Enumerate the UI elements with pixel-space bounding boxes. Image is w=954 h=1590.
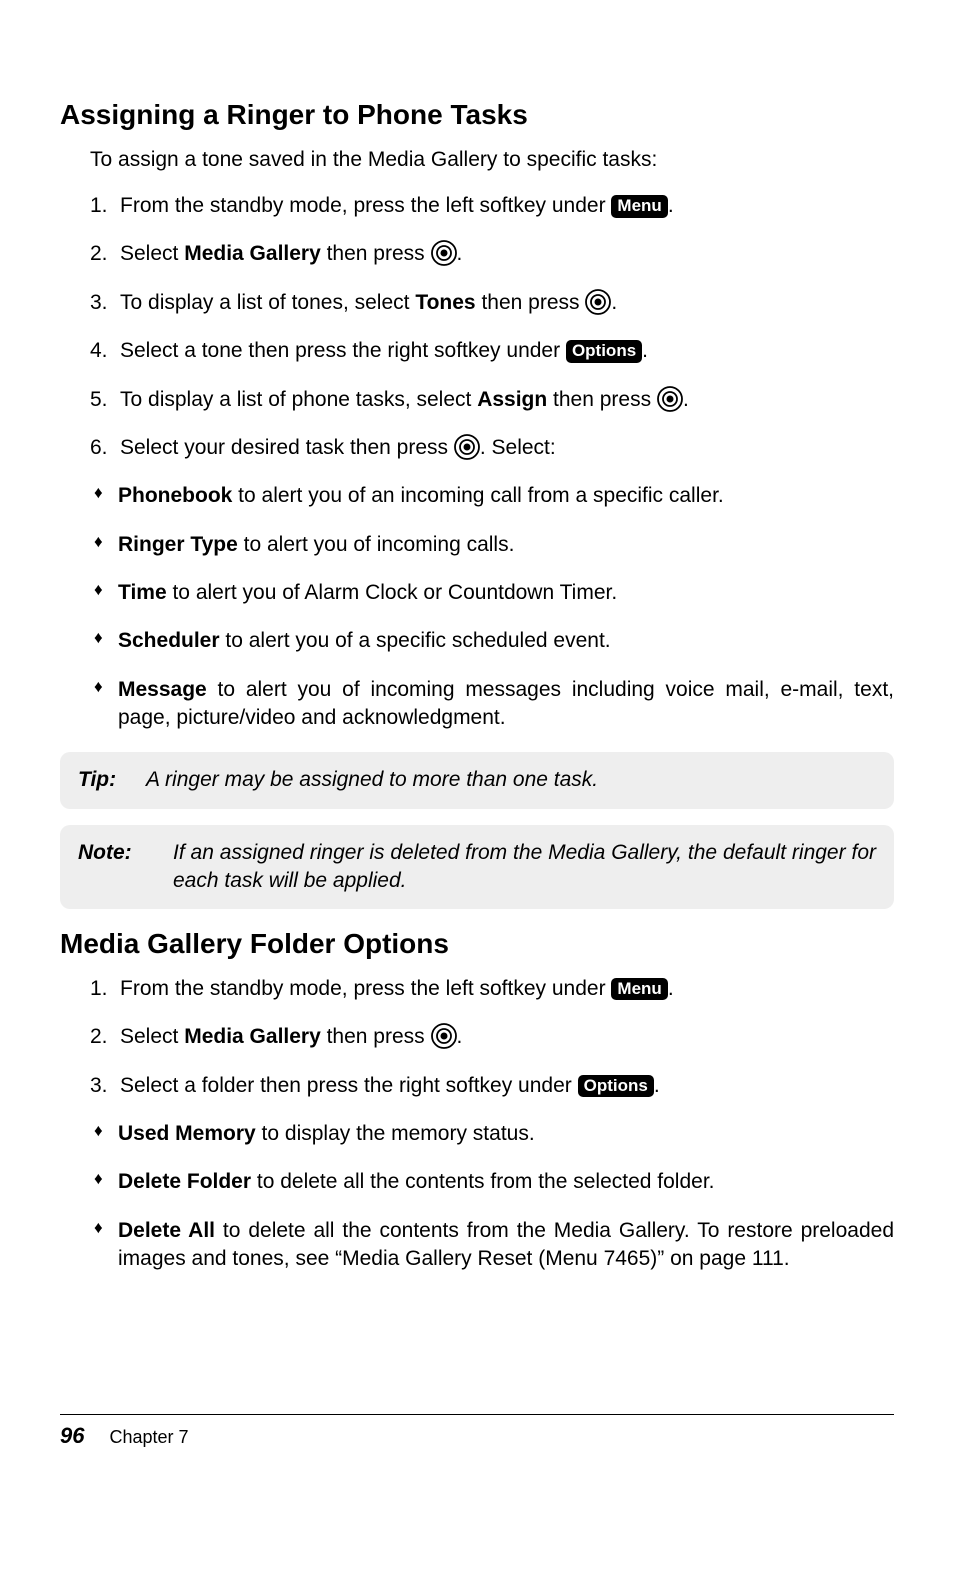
bullet-bold: Message xyxy=(118,678,207,701)
chapter-label: Chapter 7 xyxy=(110,1427,189,1447)
note-text: If an assigned ringer is deleted from th… xyxy=(173,839,876,896)
page-footer: 96 Chapter 7 xyxy=(60,1414,894,1451)
section-heading-assign-ringer: Assigning a Ringer to Phone Tasks xyxy=(60,96,894,134)
step-item: 3. Select a folder then press the right … xyxy=(90,1072,894,1100)
bullet-bold: Scheduler xyxy=(118,629,220,652)
bullet-bold: Used Memory xyxy=(118,1122,256,1145)
ok-button-icon xyxy=(431,240,457,266)
bullet-text: to alert you of incoming calls. xyxy=(238,533,515,556)
step-text: . xyxy=(683,388,689,411)
bullet-text: to alert you of a specific scheduled eve… xyxy=(220,629,611,652)
step-text: Select a tone then press the right softk… xyxy=(120,339,566,362)
step-item: 4. Select a tone then press the right so… xyxy=(90,337,894,365)
bullet-bold: Time xyxy=(118,581,167,604)
bullet-text: to display the memory status. xyxy=(256,1122,535,1145)
list-item: Used Memory to display the memory status… xyxy=(94,1120,894,1148)
bullet-text: to alert you of incoming messages includ… xyxy=(118,678,894,729)
step-text: To display a list of phone tasks, select xyxy=(120,388,477,411)
step-text: . xyxy=(611,291,617,314)
step-text: Select your desired task then press xyxy=(120,436,454,459)
list-item: Phonebook to alert you of an incoming ca… xyxy=(94,482,894,510)
step-item: 1. From the standby mode, press the left… xyxy=(90,975,894,1003)
step-item: 1. From the standby mode, press the left… xyxy=(90,192,894,220)
step-text: From the standby mode, press the left so… xyxy=(120,194,611,217)
step-bold: Media Gallery xyxy=(184,1025,321,1048)
ok-button-icon xyxy=(431,1023,457,1049)
page-number: 96 xyxy=(60,1423,84,1448)
list-item: Delete Folder to delete all the contents… xyxy=(94,1168,894,1196)
step-text: then press xyxy=(321,1025,431,1048)
options-key-icon: Options xyxy=(566,340,642,362)
options-key-icon: Options xyxy=(578,1075,654,1097)
step-number: 3. xyxy=(90,289,108,317)
bullet-bold: Delete Folder xyxy=(118,1170,251,1193)
steps-list-assign-ringer: 1. From the standby mode, press the left… xyxy=(90,192,894,462)
ok-button-icon xyxy=(657,386,683,412)
section-intro: To assign a tone saved in the Media Gall… xyxy=(90,146,894,174)
bullet-text: to delete all the contents from the Medi… xyxy=(118,1219,894,1270)
ok-button-icon xyxy=(585,289,611,315)
step-text: To display a list of tones, select xyxy=(120,291,415,314)
steps-list-folder-options: 1. From the standby mode, press the left… xyxy=(90,975,894,1100)
note-label: Note: xyxy=(78,839,153,896)
list-item: Delete All to delete all the contents fr… xyxy=(94,1217,894,1274)
ok-button-icon xyxy=(454,434,480,460)
bullet-bold: Ringer Type xyxy=(118,533,238,556)
bullet-text: to alert you of an incoming call from a … xyxy=(232,484,723,507)
step-text: . xyxy=(457,1025,463,1048)
step-item: 3. To display a list of tones, select To… xyxy=(90,289,894,317)
step-item: 6. Select your desired task then press .… xyxy=(90,434,894,462)
menu-key-icon: Menu xyxy=(611,978,667,1000)
tip-text: A ringer may be assigned to more than on… xyxy=(146,766,876,794)
list-item: Message to alert you of incoming message… xyxy=(94,676,894,733)
step-bold: Media Gallery xyxy=(184,242,321,265)
bullets-list-folder-options: Used Memory to display the memory status… xyxy=(94,1120,894,1273)
section-heading-folder-options: Media Gallery Folder Options xyxy=(60,925,894,963)
step-text: Select xyxy=(120,1025,184,1048)
step-item: 5. To display a list of phone tasks, sel… xyxy=(90,386,894,414)
bullet-text: to alert you of Alarm Clock or Countdown… xyxy=(167,581,618,604)
step-number: 2. xyxy=(90,240,108,268)
step-bold: Tones xyxy=(415,291,475,314)
bullet-bold: Delete All xyxy=(118,1219,215,1242)
bullet-text: to delete all the contents from the sele… xyxy=(251,1170,714,1193)
step-text: . Select: xyxy=(480,436,556,459)
note-callout: Note: If an assigned ringer is deleted f… xyxy=(60,825,894,910)
step-number: 6. xyxy=(90,434,108,462)
step-text: then press xyxy=(547,388,657,411)
step-number: 4. xyxy=(90,337,108,365)
step-text: . xyxy=(642,339,648,362)
step-text: From the standby mode, press the left so… xyxy=(120,977,611,1000)
step-number: 1. xyxy=(90,975,108,1003)
step-number: 5. xyxy=(90,386,108,414)
step-bold: Assign xyxy=(477,388,547,411)
step-number: 2. xyxy=(90,1023,108,1051)
step-item: 2. Select Media Gallery then press . xyxy=(90,1023,894,1051)
list-item: Scheduler to alert you of a specific sch… xyxy=(94,627,894,655)
tip-callout: Tip: A ringer may be assigned to more th… xyxy=(60,752,894,808)
step-item: 2. Select Media Gallery then press . xyxy=(90,240,894,268)
step-text: . xyxy=(457,242,463,265)
step-text: . xyxy=(668,194,674,217)
menu-key-icon: Menu xyxy=(611,195,667,217)
step-number: 1. xyxy=(90,192,108,220)
bullet-bold: Phonebook xyxy=(118,484,232,507)
step-text: then press xyxy=(476,291,586,314)
list-item: Ringer Type to alert you of incoming cal… xyxy=(94,531,894,559)
bullets-list-assign-ringer: Phonebook to alert you of an incoming ca… xyxy=(94,482,894,732)
step-number: 3. xyxy=(90,1072,108,1100)
step-text: . xyxy=(654,1074,660,1097)
step-text: Select xyxy=(120,242,184,265)
step-text: . xyxy=(668,977,674,1000)
list-item: Time to alert you of Alarm Clock or Coun… xyxy=(94,579,894,607)
step-text: Select a folder then press the right sof… xyxy=(120,1074,578,1097)
step-text: then press xyxy=(321,242,431,265)
tip-label: Tip: xyxy=(78,766,126,794)
